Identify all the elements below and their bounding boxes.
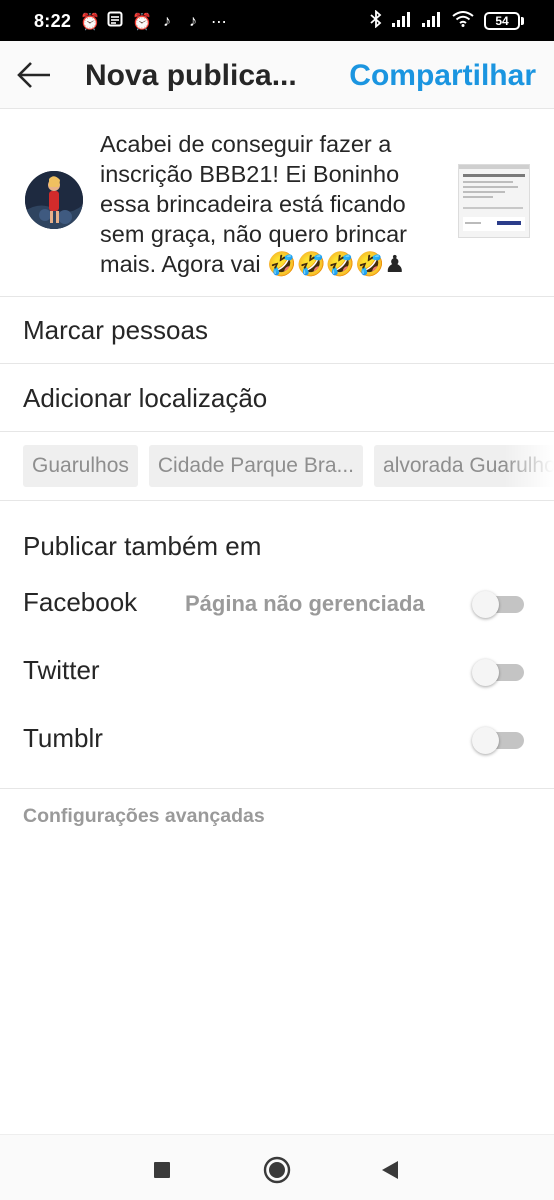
- toggle-knob: [472, 591, 499, 618]
- back-triangle-icon[interactable]: [375, 1155, 405, 1185]
- status-time: 8:22: [34, 11, 72, 31]
- home-circle-icon[interactable]: [262, 1155, 292, 1185]
- page-title: Nova publica...: [85, 59, 297, 92]
- alarm-icon: ⏰: [132, 13, 152, 31]
- recents-square-icon[interactable]: [147, 1155, 177, 1185]
- tiktok-icon: ♪: [189, 12, 197, 30]
- toggle-knob: [472, 659, 499, 686]
- advanced-settings-link[interactable]: Configurações avançadas: [23, 805, 265, 828]
- signal-icon: [422, 11, 442, 31]
- tumblr-row: Tumblr: [0, 711, 554, 767]
- share-button[interactable]: Compartilhar: [349, 59, 536, 93]
- status-system-icons: 54: [370, 9, 524, 32]
- toggle-knob: [472, 727, 499, 754]
- alarm-icon: ⏰: [80, 13, 100, 31]
- wifi-icon: [452, 11, 474, 31]
- signal-icon: [392, 11, 412, 31]
- tag-people-label: Marcar pessoas: [23, 315, 208, 345]
- status-bar: 8:22 ⏰ ⏰ ♪ ♪ ⋯ 54: [0, 0, 554, 41]
- battery-indicator: 54: [484, 12, 524, 30]
- twitter-label: Twitter: [23, 655, 100, 685]
- battery-tip: [521, 17, 524, 25]
- chips-fade-overlay: [504, 432, 554, 500]
- more-icon: ⋯: [211, 13, 227, 31]
- status-notification-icons: ⏰ ⏰ ♪ ♪ ⋯: [80, 11, 228, 32]
- system-navigation-bar: [0, 1134, 554, 1200]
- tag-people-row[interactable]: Marcar pessoas: [0, 297, 554, 364]
- twitter-row: Twitter: [0, 643, 554, 699]
- post-caption[interactable]: Acabei de conseguir fazer a inscrição BB…: [100, 129, 445, 279]
- add-location-row[interactable]: Adicionar localização: [0, 364, 554, 432]
- facebook-toggle[interactable]: [472, 591, 526, 618]
- twitter-toggle[interactable]: [472, 659, 526, 686]
- share-also-section: Publicar também em Facebook Página não g…: [0, 501, 554, 789]
- battery-level: 54: [484, 12, 520, 30]
- add-location-label: Adicionar localização: [23, 383, 268, 413]
- tiktok-icon: ♪: [163, 12, 171, 30]
- facebook-label: Facebook: [23, 587, 138, 617]
- facebook-row: Facebook Página não gerenciada: [0, 575, 554, 631]
- post-thumbnail[interactable]: [458, 164, 530, 238]
- location-chip-list: Guarulhos Cidade Parque Bra... alvorada …: [23, 445, 554, 487]
- post-composer: Acabei de conseguir fazer a inscrição BB…: [0, 109, 554, 297]
- tumblr-toggle[interactable]: [472, 727, 526, 754]
- notes-icon: [106, 11, 124, 32]
- tumblr-label: Tumblr: [23, 723, 103, 753]
- location-chip[interactable]: Guarulhos: [23, 445, 138, 487]
- location-chip[interactable]: Cidade Parque Bra...: [148, 445, 364, 487]
- share-also-heading: Publicar também em: [23, 531, 262, 561]
- avatar: [25, 171, 83, 229]
- location-suggestions: Guarulhos Cidade Parque Bra... alvorada …: [0, 432, 554, 501]
- facebook-page-status: Página não gerenciada: [185, 591, 425, 616]
- back-arrow-icon[interactable]: [14, 57, 54, 93]
- bluetooth-icon: [370, 9, 382, 32]
- top-app-bar: Nova publica... Compartilhar: [0, 41, 554, 109]
